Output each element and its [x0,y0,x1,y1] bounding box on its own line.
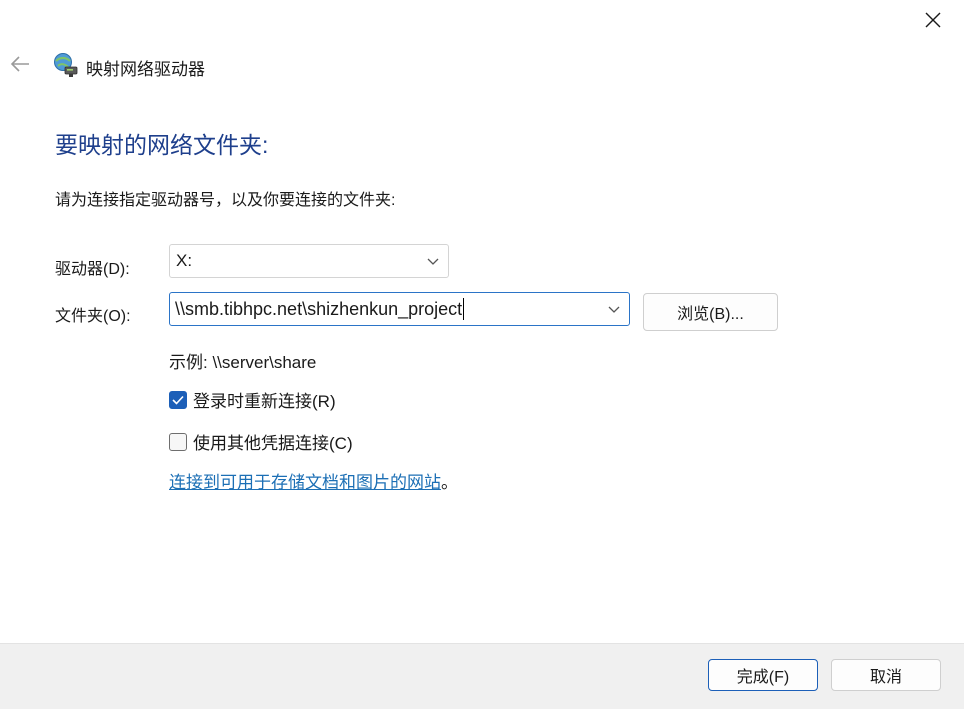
finish-button[interactable]: 完成(F) [708,659,818,691]
map-network-drive-dialog: 映射网络驱动器 要映射的网络文件夹: 请为连接指定驱动器号，以及你要连接的文件夹… [0,0,964,709]
other-credentials-option[interactable]: 使用其他凭据连接(C) [169,429,353,454]
other-credentials-checkbox[interactable] [169,432,187,451]
drive-select[interactable]: X: [169,244,449,278]
close-button[interactable] [913,4,953,36]
network-drive-icon [54,53,78,77]
folder-input[interactable]: \\smb.tibhpc.net\shizhenkun_project [169,292,630,326]
checkmark-icon [172,395,184,405]
chevron-down-icon[interactable] [607,304,621,314]
instruction-text: 请为连接指定驱动器号，以及你要连接的文件夹: [55,192,396,209]
other-credentials-label: 使用其他凭据连接(C) [193,434,353,453]
example-text: 示例: \\server\share [169,353,317,372]
reconnect-checkbox[interactable] [169,390,187,409]
text-caret [463,298,465,320]
reconnect-option[interactable]: 登录时重新连接(R) [169,387,336,412]
page-heading: 要映射的网络文件夹: [55,132,269,158]
reconnect-label: 登录时重新连接(R) [193,392,336,411]
window-title: 映射网络驱动器 [86,60,205,79]
drive-select-value: X: [176,251,193,270]
storage-website-link[interactable]: 连接到可用于存储文档和图片的网站 [169,473,441,492]
drive-label: 驱动器(D): [55,261,130,278]
folder-input-value: \\smb.tibhpc.net\shizhenkun_project [175,298,463,319]
cancel-button[interactable]: 取消 [831,659,941,691]
dialog-footer: 完成(F) 取消 [0,643,964,709]
back-arrow-icon [10,56,29,72]
link-suffix: 。 [441,473,458,492]
close-icon [925,12,941,28]
storage-website-link-row: 连接到可用于存储文档和图片的网站。 [169,468,458,493]
folder-label: 文件夹(O): [55,308,131,325]
back-button[interactable] [6,50,34,78]
browse-button[interactable]: 浏览(B)... [643,293,778,331]
chevron-down-icon [427,258,439,265]
